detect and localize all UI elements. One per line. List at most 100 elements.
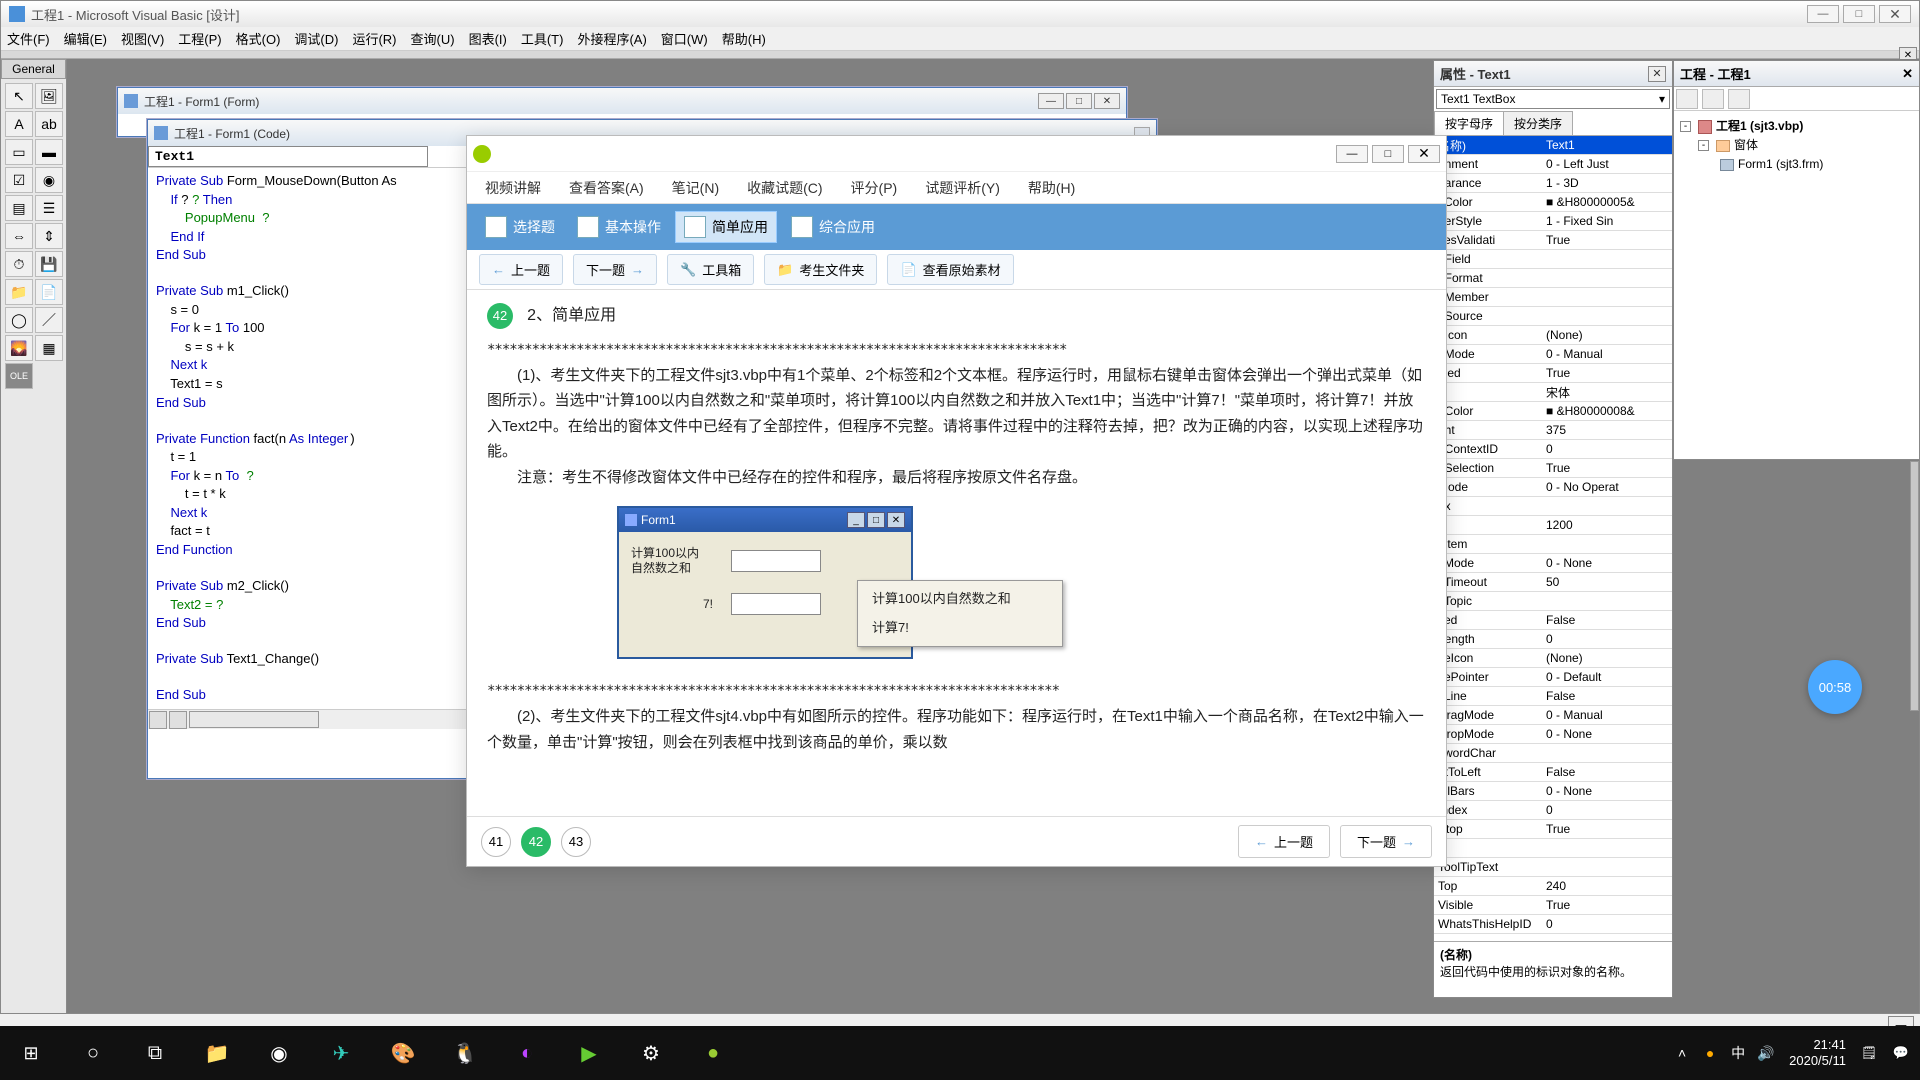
property-row[interactable]: ght375 [1434,421,1672,440]
menu-project[interactable]: 工程(P) [178,29,221,48]
settings-icon[interactable]: ⚙ [620,1026,682,1080]
frame-tool-icon[interactable]: ▭ [5,139,33,165]
page-43[interactable]: 43 [561,827,591,857]
next-question-button[interactable]: 下一题→ [573,254,657,285]
property-row[interactable]: ex [1434,497,1672,516]
optionbutton-tool-icon[interactable]: ◉ [35,167,63,193]
tray-ime-icon[interactable]: 中 [1729,1044,1747,1062]
object-dropdown[interactable]: Text1 [148,146,428,167]
property-row[interactable]: Mode0 - No Operat [1434,478,1672,497]
project-close-icon[interactable]: ✕ [1902,66,1913,82]
file-explorer-icon[interactable]: 📁 [186,1026,248,1080]
menu-view[interactable]: 视图(V) [121,29,164,48]
image-tool-icon[interactable]: 🌄 [5,335,33,361]
menu-debug[interactable]: 调试(D) [294,29,338,48]
media-player-icon[interactable]: ▶ [558,1026,620,1080]
tutor-menu-analysis[interactable]: 试题评析(Y) [925,178,1000,198]
start-button[interactable]: ⊞ [0,1026,62,1080]
tutor-menu-video[interactable]: 视频讲解 [485,178,541,198]
property-row[interactable]: eSelectionTrue [1434,459,1672,478]
properties-grid[interactable]: 名称)Text1 gnment0 - Left Justearance1 - 3… [1434,136,1672,941]
properties-object-dropdown[interactable]: Text1 TextBox▾ [1436,89,1670,109]
property-row[interactable]: Length0 [1434,630,1672,649]
property-row[interactable]: gnment0 - Left Just [1434,155,1672,174]
prev-question-button[interactable]: ←上一题 [479,254,563,285]
page-42[interactable]: 42 [521,827,551,857]
property-row[interactable]: eColor■ &H80000008& [1434,402,1672,421]
property-row[interactable]: tiLineFalse [1434,687,1672,706]
property-row[interactable]: bledTrue [1434,364,1672,383]
property-row[interactable]: earance1 - 3D [1434,174,1672,193]
property-row[interactable]: aSource [1434,307,1672,326]
view-object-icon[interactable] [1702,89,1724,109]
shape-tool-icon[interactable]: ◯ [5,307,33,333]
cat-simple[interactable]: 简单应用 [675,211,777,243]
examinee-folder-button[interactable]: 📁考生文件夹 [764,254,877,285]
property-row[interactable]: aMember [1434,288,1672,307]
footer-prev-button[interactable]: ←上一题 [1238,825,1330,858]
line-tool-icon[interactable]: ／ [35,307,63,333]
toggle-folders-icon[interactable] [1728,89,1750,109]
properties-close-icon[interactable]: ✕ [1648,66,1666,82]
cat-combined[interactable]: 综合应用 [783,212,883,242]
property-row[interactable]: DragMode0 - Manual [1434,706,1672,725]
ole-tool-icon[interactable]: OLE [5,363,33,389]
tutor-menu-notes[interactable]: 笔记(N) [672,178,719,198]
notification-icon[interactable]: 💬 [1892,1044,1910,1062]
app-icon-3[interactable]: ● [682,1026,744,1080]
menu-tools[interactable]: 工具(T) [521,29,564,48]
vscroll-bar[interactable] [1910,461,1919,711]
search-icon[interactable]: ○ [62,1026,124,1080]
filelist-tool-icon[interactable]: 📄 [35,279,63,305]
app-icon-1[interactable]: 🎨 [372,1026,434,1080]
property-row[interactable]: aField [1434,250,1672,269]
qq-icon[interactable]: 🐧 [434,1026,496,1080]
property-row[interactable]: sesValidatiTrue [1434,231,1672,250]
property-row[interactable]: aFormat [1434,269,1672,288]
proc-view-icon[interactable] [149,711,167,729]
view-code-icon[interactable] [1676,89,1698,109]
raw-material-button[interactable]: 📄查看原始素材 [887,254,1013,285]
tray-notes-icon[interactable]: 🗒 [1860,1044,1878,1062]
timer-badge[interactable]: 00:58 [1808,660,1862,714]
menu-window[interactable]: 窗口(W) [661,29,708,48]
footer-next-button[interactable]: 下一题→ [1340,825,1432,858]
task-view-icon[interactable]: ⧉ [124,1026,186,1080]
property-row[interactable]: Index0 [1434,801,1672,820]
tray-security-icon[interactable]: ● [1701,1044,1719,1062]
property-row[interactable]: swordChar [1434,744,1672,763]
property-row[interactable]: DropMode0 - None [1434,725,1672,744]
tray-volume-icon[interactable]: 🔊 [1757,1044,1775,1062]
property-row[interactable]: Top240 [1434,877,1672,896]
dirlist-tool-icon[interactable]: 📁 [5,279,33,305]
property-row[interactable]: gMode0 - Manual [1434,345,1672,364]
tutor-minimize-button[interactable]: — [1336,145,1368,163]
property-row[interactable]: StopTrue [1434,820,1672,839]
property-row[interactable]: WhatsThisHelpID0 [1434,915,1672,934]
menu-file[interactable]: 文件(F) [7,29,50,48]
toolbox-button[interactable]: 🔧工具箱 [667,254,754,285]
cat-choice[interactable]: 选择题 [477,212,563,242]
chrome-icon[interactable]: ◉ [248,1026,310,1080]
combobox-tool-icon[interactable]: ▤ [5,195,33,221]
tutor-menu-help[interactable]: 帮助(H) [1028,178,1075,198]
cat-basic[interactable]: 基本操作 [569,212,669,242]
property-row[interactable]: seIcon(None) [1434,649,1672,668]
vscroll-tool-icon[interactable]: ⇕ [35,223,63,249]
project-tree[interactable]: - 工程1 (sjt3.vbp) - 窗体 Form1 (sjt3.frm) [1674,111,1919,181]
tutor-menu-answer[interactable]: 查看答案(A) [569,178,644,198]
property-row[interactable]: t宋体 [1434,383,1672,402]
app-icon-2[interactable]: ◐ [496,1026,558,1080]
property-row[interactable]: gIcon(None) [1434,326,1672,345]
tutor-close-button[interactable]: ✕ [1408,145,1440,163]
data-tool-icon[interactable]: ▦ [35,335,63,361]
menu-edit[interactable]: 编辑(E) [64,29,107,48]
menu-query[interactable]: 查询(U) [411,29,455,48]
tray-chevron-icon[interactable]: ˄ [1673,1044,1691,1062]
tutor-maximize-button[interactable]: □ [1372,145,1404,163]
tutor-menu-favorite[interactable]: 收藏试题(C) [747,178,822,198]
property-row[interactable]: ollBars0 - None [1434,782,1672,801]
hscroll-tool-icon[interactable]: ⇔ [5,223,33,249]
property-row[interactable]: htToLeftFalse [1434,763,1672,782]
listbox-tool-icon[interactable]: ☰ [35,195,63,221]
